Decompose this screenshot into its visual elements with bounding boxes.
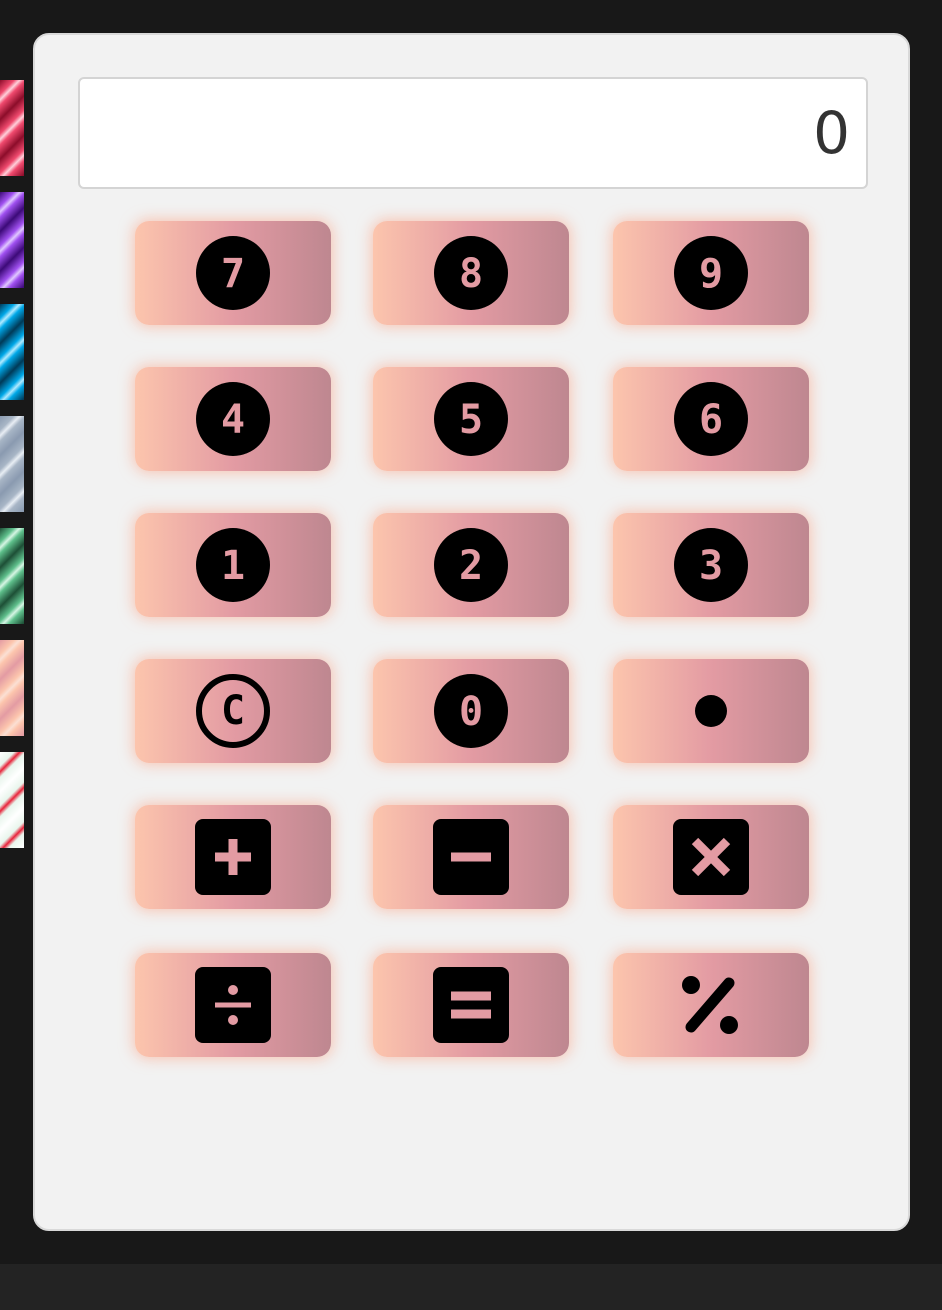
calculator-panel: 0 7 8 9 4 5 6 1 2 3 C 0 bbox=[33, 33, 910, 1231]
key-label: 2 bbox=[459, 543, 483, 589]
key-7-button[interactable]: 7 bbox=[135, 221, 331, 325]
circle-7-icon: 7 bbox=[196, 236, 270, 310]
theme-swatch-crimson[interactable] bbox=[0, 80, 24, 176]
theme-swatch-violet[interactable] bbox=[0, 192, 24, 288]
key-label: 7 bbox=[221, 251, 245, 297]
square-divide-icon bbox=[195, 967, 271, 1043]
bottom-bar bbox=[0, 1264, 942, 1310]
key-divide-button[interactable] bbox=[135, 953, 331, 1057]
key-label: 1 bbox=[221, 543, 245, 589]
key-minus-button[interactable] bbox=[373, 805, 569, 909]
key-label: 6 bbox=[699, 397, 723, 443]
key-plus-button[interactable] bbox=[135, 805, 331, 909]
key-5-button[interactable]: 5 bbox=[373, 367, 569, 471]
copyright-c-icon: C bbox=[196, 674, 270, 748]
theme-swatch-flag[interactable] bbox=[0, 752, 24, 848]
dot-icon bbox=[695, 695, 727, 727]
key-8-button[interactable]: 8 bbox=[373, 221, 569, 325]
key-label: 5 bbox=[459, 397, 483, 443]
circle-9-icon: 9 bbox=[674, 236, 748, 310]
key-label: 8 bbox=[459, 251, 483, 297]
key-percent-button[interactable] bbox=[613, 953, 809, 1057]
circle-2-icon: 2 bbox=[434, 528, 508, 602]
circle-8-icon: 8 bbox=[434, 236, 508, 310]
square-plus-icon bbox=[195, 819, 271, 895]
key-equals-button[interactable] bbox=[373, 953, 569, 1057]
square-equals-icon bbox=[433, 967, 509, 1043]
percent-icon bbox=[682, 976, 738, 1034]
circle-3-icon: 3 bbox=[674, 528, 748, 602]
key-c-button[interactable]: C bbox=[135, 659, 331, 763]
key-label: 0 bbox=[459, 689, 483, 735]
circle-0-icon: 0 bbox=[434, 674, 508, 748]
key-label: 4 bbox=[221, 397, 245, 443]
circle-5-icon: 5 bbox=[434, 382, 508, 456]
key-4-button[interactable]: 4 bbox=[135, 367, 331, 471]
key-1-button[interactable]: 1 bbox=[135, 513, 331, 617]
theme-swatch-mint[interactable] bbox=[0, 528, 24, 624]
key-multiply-button[interactable] bbox=[613, 805, 809, 909]
circle-4-icon: 4 bbox=[196, 382, 270, 456]
theme-swatch-cyan[interactable] bbox=[0, 304, 24, 400]
key-label: C bbox=[221, 688, 245, 734]
key-6-button[interactable]: 6 bbox=[613, 367, 809, 471]
key-3-button[interactable]: 3 bbox=[613, 513, 809, 617]
theme-swatch-slate[interactable] bbox=[0, 416, 24, 512]
key-label: 9 bbox=[699, 251, 723, 297]
key-2-button[interactable]: 2 bbox=[373, 513, 569, 617]
key-0-button[interactable]: 0 bbox=[373, 659, 569, 763]
circle-6-icon: 6 bbox=[674, 382, 748, 456]
square-minus-icon bbox=[433, 819, 509, 895]
theme-swatch-peach[interactable] bbox=[0, 640, 24, 736]
key-label: 3 bbox=[699, 543, 723, 589]
calculator-display: 0 bbox=[78, 77, 868, 189]
key-9-button[interactable]: 9 bbox=[613, 221, 809, 325]
key-dot-button[interactable] bbox=[613, 659, 809, 763]
display-value: 0 bbox=[813, 99, 850, 167]
circle-1-icon: 1 bbox=[196, 528, 270, 602]
square-multiply-icon bbox=[673, 819, 749, 895]
